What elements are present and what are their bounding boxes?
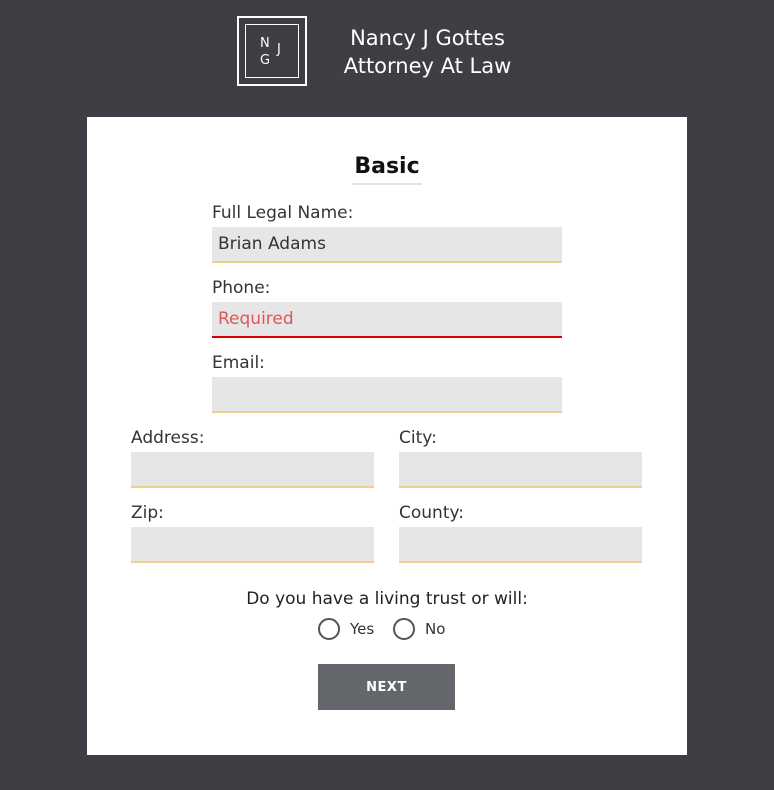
county-label: County:	[399, 503, 465, 523]
full-name-input[interactable]	[212, 227, 562, 263]
logo-letter-n: N	[260, 36, 270, 51]
no-radio-label[interactable]: No	[425, 619, 445, 639]
email-label: Email:	[212, 353, 265, 373]
firm-logo: N J G	[237, 16, 307, 86]
section-title-text: Basic	[352, 153, 422, 185]
zip-label: Zip:	[131, 503, 164, 523]
next-button[interactable]: NEXT	[318, 664, 455, 710]
address-input[interactable]	[131, 452, 374, 488]
no-radio[interactable]	[393, 618, 415, 640]
full-name-label: Full Legal Name:	[212, 203, 354, 223]
yes-radio[interactable]	[318, 618, 340, 640]
zip-input[interactable]	[131, 527, 374, 563]
county-input[interactable]	[399, 527, 642, 563]
firm-name: Nancy J Gottes	[350, 26, 505, 50]
section-title: Basic	[87, 153, 687, 185]
phone-input[interactable]	[212, 302, 562, 338]
city-label: City:	[399, 428, 437, 448]
logo-inner-frame: N J G	[245, 24, 299, 78]
logo-letter-g: G	[260, 53, 271, 68]
yes-radio-label[interactable]: Yes	[350, 619, 374, 639]
email-input[interactable]	[212, 377, 562, 413]
site-header: N J G Nancy J Gottes Attorney At Law	[0, 0, 774, 110]
living-trust-question: Do you have a living trust or will:	[246, 589, 528, 609]
logo-letter-j: J	[277, 42, 281, 57]
city-input[interactable]	[399, 452, 642, 488]
firm-subtitle: Attorney At Law	[343, 54, 512, 78]
address-label: Address:	[131, 428, 205, 448]
phone-label: Phone:	[212, 278, 271, 298]
form-card: Basic Full Legal Name: Phone: Email: Add…	[87, 117, 687, 755]
